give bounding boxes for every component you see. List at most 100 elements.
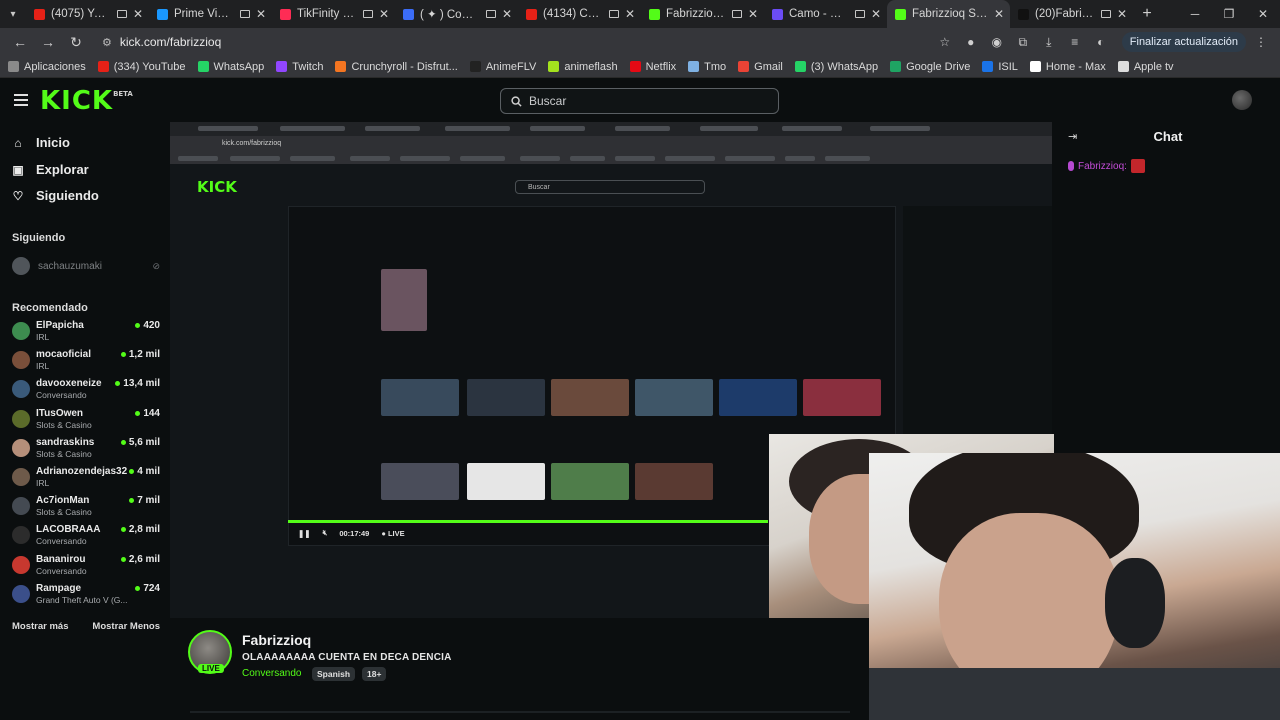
new-tab-plus-icon[interactable]: +	[1133, 5, 1161, 23]
bookmark-label: (3) WhatsApp	[810, 60, 879, 73]
bookmark-item[interactable]: animeflash	[548, 61, 618, 73]
show-less-button[interactable]: Mostrar Menos	[92, 621, 160, 632]
tab-close-icon[interactable]: ✕	[871, 7, 881, 21]
recommended-channel[interactable]: Ac7ionMan Slots & Casino 7 mil	[12, 495, 160, 521]
address-bar: ← → ↻ ⚙ kick.com/fabrizzioq ☆ ● ◉ ⧉ ⤓ ≡ …	[0, 28, 1280, 56]
viewer-count: 1,2 mil	[120, 349, 160, 360]
profile-icon[interactable]: ◐	[1090, 35, 1112, 49]
bookmark-item[interactable]: Home - Max	[1029, 60, 1106, 73]
viewer-count: 4 mil	[129, 466, 160, 477]
tab-close-icon[interactable]: ✕	[379, 7, 389, 21]
bookmark-item[interactable]: Twitch	[276, 61, 323, 73]
channel-category: Conversando	[36, 536, 87, 547]
minimize-icon[interactable]: ─	[1178, 7, 1212, 21]
recommended-channel[interactable]: sandraskins Slots & Casino 5,6 mil	[12, 437, 160, 463]
tag-age[interactable]: 18+	[362, 667, 387, 681]
following-user-name: sachauzumaki	[38, 260, 102, 272]
tab-close-icon[interactable]: ✕	[748, 7, 758, 21]
update-button[interactable]: Finalizar actualización	[1121, 32, 1246, 52]
bookmark-item[interactable]: WhatsApp	[197, 61, 264, 73]
mute-icon[interactable]: 🔇︎	[323, 528, 328, 538]
avatar	[12, 584, 30, 603]
url-input[interactable]: ⚙ kick.com/fabrizzioq	[92, 31, 930, 53]
extension-icon[interactable]: ●	[960, 35, 982, 49]
bookmark-item[interactable]: Netflix	[629, 61, 676, 73]
extensions-puzzle-icon[interactable]: ⧉	[1012, 35, 1034, 50]
tab-cast-icon	[854, 10, 865, 18]
bookmark-item[interactable]: Google Drive	[890, 61, 970, 73]
nav-explorar-label: Explorar	[36, 162, 89, 177]
more-menu-icon[interactable]: ⋮	[1250, 35, 1272, 49]
media-controls-icon[interactable]: ≡	[1064, 35, 1086, 49]
download-icon[interactable]: ⤓	[1038, 35, 1060, 50]
bookmark-item[interactable]: Tmo	[688, 61, 726, 73]
bookmark-item[interactable]: AnimeFLV	[469, 60, 537, 73]
bookmark-item[interactable]: (3) WhatsApp	[794, 60, 879, 73]
browser-tab[interactable]: ( ✦ ) Comprar Robux ✕	[395, 0, 518, 28]
recommended-channel[interactable]: Bananirou Conversando 2,6 mil	[12, 554, 160, 580]
browser-tab[interactable]: Prime Video: Watch m ✕	[149, 0, 272, 28]
bookmark-star-icon[interactable]: ☆	[934, 35, 956, 49]
back-arrow-icon[interactable]: ←	[8, 34, 32, 50]
user-avatar[interactable]	[1232, 90, 1252, 110]
site-info-icon[interactable]: ⚙	[102, 36, 112, 49]
bookmark-item[interactable]: Aplicaciones	[8, 61, 86, 73]
bookmark-item[interactable]: (334) YouTube	[97, 60, 186, 73]
recommended-channel[interactable]: Rampage Grand Theft Auto V (G... 724	[12, 583, 160, 609]
browser-tab[interactable]: (4134) Cómo Ha... ✕	[518, 0, 641, 28]
bookmark-item[interactable]: Gmail	[738, 61, 783, 73]
browser-tab[interactable]: TikFinity [LIVE] ✕	[272, 0, 395, 28]
browser-tab[interactable]: (20)Fabrizzio (@lz_z... ✕	[1010, 0, 1133, 28]
menu-hamburger-icon[interactable]	[14, 94, 28, 106]
tab-close-icon[interactable]: ✕	[625, 7, 635, 21]
kick-logo[interactable]: KICKBETA	[40, 86, 133, 116]
chat-username[interactable]: Fabrizzioq:	[1078, 161, 1127, 172]
tag-language[interactable]: Spanish	[312, 667, 356, 681]
bookmark-item[interactable]: Apple tv	[1117, 61, 1174, 73]
bookmark-label: (334) YouTube	[113, 60, 186, 73]
tab-close-icon[interactable]: ✕	[256, 7, 266, 21]
streamer-name[interactable]: Fabrizzioq	[242, 632, 311, 648]
browser-tab[interactable]: Camo - Gran video h ✕	[764, 0, 887, 28]
close-window-icon[interactable]: ✕	[1246, 7, 1280, 21]
reload-icon[interactable]: ↻	[64, 34, 88, 51]
restore-icon[interactable]: ❐	[1212, 7, 1246, 21]
browser-tab[interactable]: (4075) YouTube ✕	[26, 0, 149, 28]
tab-close-icon[interactable]: ✕	[502, 7, 512, 21]
video-progress-bar[interactable]	[288, 520, 768, 523]
viewer-count: 5,6 mil	[120, 437, 160, 448]
following-user-row[interactable]: sachauzumaki ⊘	[12, 257, 160, 275]
tab-title: ( ✦ ) Comprar Robux	[420, 9, 480, 21]
tab-search-chevron-icon[interactable]: ▾	[0, 0, 26, 28]
browser-tab[interactable]: Fabrizzioq Stream - ... ✕	[641, 0, 764, 28]
stream-category[interactable]: Conversando	[242, 668, 301, 679]
recommended-channel[interactable]: mocaoficial IRL 1,2 mil	[12, 349, 160, 375]
nav-siguiendo[interactable]: ♡ Siguiendo	[12, 188, 99, 203]
tab-favicon-icon	[649, 8, 660, 20]
show-more-button[interactable]: Mostrar más	[12, 621, 69, 632]
recommended-channel[interactable]: ElPapicha IRL 420	[12, 320, 160, 346]
forward-arrow-icon[interactable]: →	[36, 34, 60, 50]
browser-tab[interactable]: Fabrizzioq Stream - ... ✕	[887, 0, 1010, 28]
tab-close-icon[interactable]: ✕	[994, 7, 1004, 21]
bookmark-label: AnimeFLV	[485, 60, 537, 73]
extension-icon-2[interactable]: ◉	[986, 35, 1008, 49]
recommended-channel[interactable]: davooxeneize Conversando 13,4 mil	[12, 378, 160, 404]
bookmark-item[interactable]: Crunchyroll - Disfrut...	[335, 61, 458, 73]
tab-close-icon[interactable]: ✕	[1117, 7, 1127, 21]
bookmark-label: Home - Max	[1045, 60, 1106, 73]
nested-thumb	[467, 463, 545, 500]
search-input[interactable]: Buscar	[500, 88, 779, 114]
nav-inicio[interactable]: ⌂ Inicio	[12, 135, 70, 150]
tab-title: TikFinity [LIVE]	[297, 8, 357, 20]
bookmark-item[interactable]: ISIL	[982, 61, 1018, 73]
pause-icon[interactable]: ❚❚	[298, 529, 311, 538]
nav-explorar[interactable]: ▣ Explorar	[12, 162, 89, 177]
recommended-channel[interactable]: LACOBRAAA Conversando 2,8 mil	[12, 524, 160, 550]
recommended-channel[interactable]: ITusOwen Slots & Casino 144	[12, 408, 160, 434]
live-indicator: ● LIVE	[381, 528, 405, 538]
following-section-title: Siguiendo	[12, 232, 66, 244]
bookmark-favicon-icon	[982, 61, 994, 72]
recommended-channel[interactable]: Adrianozendejas32 IRL 4 mil	[12, 466, 160, 492]
tab-close-icon[interactable]: ✕	[133, 7, 143, 21]
